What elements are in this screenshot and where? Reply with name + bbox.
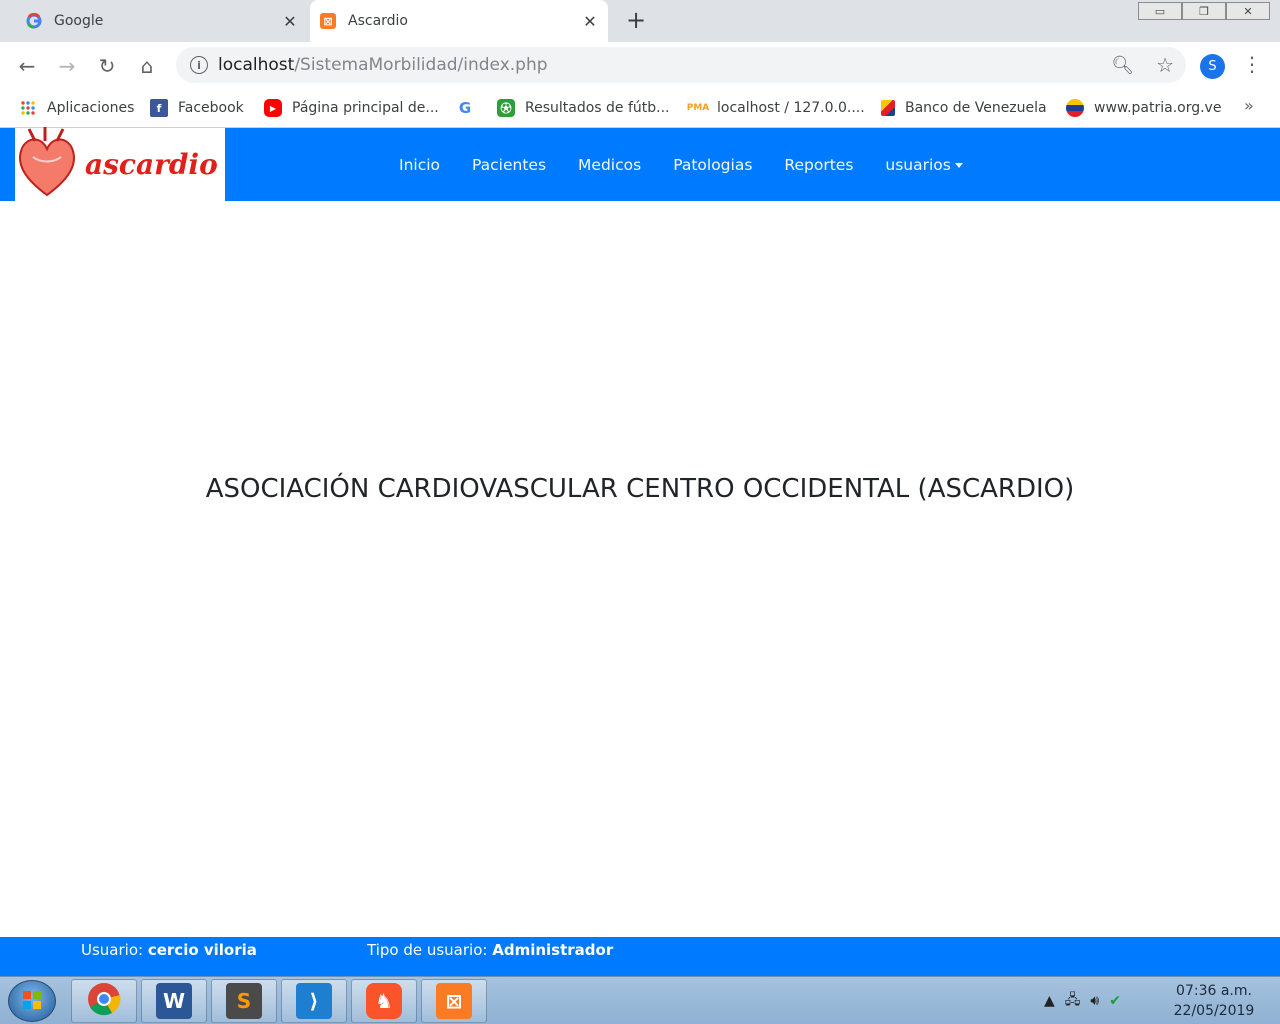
taskbar-brave[interactable]: ♞ [351, 979, 417, 1023]
heart-icon [15, 126, 79, 203]
ascardio-logo[interactable]: ascardio [15, 126, 225, 203]
nav-reportes[interactable]: Reportes [768, 156, 869, 174]
page-title: ASOCIACIÓN CARDIOVASCULAR CENTRO OCCIDEN… [205, 474, 1075, 504]
main-nav: Inicio Pacientes Medicos Patologias Repo… [383, 128, 979, 201]
bookmark-label: Aplicaciones [47, 100, 135, 116]
window-controls: ▭ ❐ ✕ [1138, 2, 1270, 20]
xampp-icon: ⊠ [320, 13, 336, 29]
bank-icon [881, 100, 895, 116]
tab-title: Google [54, 13, 104, 29]
bookmark-label: localhost / 127.0.0.... [717, 100, 865, 116]
phpmyadmin-icon: PMA [686, 103, 710, 113]
close-icon[interactable]: ✕ [580, 11, 600, 31]
address-bar[interactable]: i localhost/SistemaMorbilidad/index.php … [176, 47, 1186, 83]
system-tray: ▲ 🖧︎ 🔊︎ ✔ [1044, 989, 1121, 1013]
chrome-icon [86, 981, 122, 1021]
bookmark-label: Banco de Venezuela [905, 100, 1047, 116]
nav-patologias[interactable]: Patologias [657, 156, 768, 174]
user-type-label: Tipo de usuario: [367, 941, 488, 959]
brave-icon: ♞ [366, 983, 402, 1019]
site-navbar: ascardio Inicio Pacientes Medicos Patolo… [0, 126, 1280, 203]
bookmark-banco[interactable]: Banco de Venezuela [881, 98, 1047, 118]
caret-down-icon [954, 162, 963, 168]
bookmark-label: www.patria.org.ve [1094, 100, 1222, 116]
menu-dots-icon[interactable]: ⋮ [1242, 52, 1262, 76]
browser-tab-strip: Google ✕ ⊠ Ascardio ✕ + ▭ ❐ ✕ [0, 0, 1280, 42]
taskbar-clock[interactable]: 07:36 a.m. 22/05/2019 [1168, 981, 1260, 1021]
nav-usuarios-label: usuarios [885, 155, 951, 174]
bookmark-aplicaciones[interactable]: Aplicaciones [19, 98, 134, 118]
start-button[interactable] [8, 980, 56, 1022]
tab-google[interactable]: Google ✕ [16, 0, 308, 42]
nav-inicio[interactable]: Inicio [383, 156, 456, 174]
volume-icon[interactable]: 🔊︎ [1090, 993, 1099, 1009]
svg-text:⊠: ⊠ [323, 15, 332, 28]
footer-user: Usuario: cercio viloria [81, 941, 257, 959]
back-arrow-icon[interactable]: ← [15, 54, 39, 78]
user-footer: Usuario: cercio viloria Tipo de usuario:… [0, 937, 1280, 976]
forward-arrow-icon[interactable]: → [55, 54, 79, 78]
sync-icon[interactable]: ✔ [1109, 993, 1121, 1009]
close-icon[interactable]: ✕ [280, 11, 300, 31]
soccer-icon: ⚽︎ [497, 99, 515, 117]
xampp-icon: ⊠ [436, 983, 472, 1019]
tab-title: Ascardio [348, 13, 408, 29]
restore-button[interactable]: ❐ [1182, 2, 1226, 20]
footer-user-type: Tipo de usuario: Administrador [367, 941, 613, 959]
bookmark-localhost[interactable]: PMA localhost / 127.0.0.... [686, 98, 865, 118]
user-value: cercio viloria [147, 941, 257, 959]
zoom-icon[interactable]: 🔍︎ [1111, 55, 1134, 76]
google-icon: G [458, 99, 472, 117]
bookmark-patria[interactable]: www.patria.org.ve [1066, 98, 1221, 118]
network-icon[interactable]: 🖧︎ [1065, 989, 1081, 1013]
nav-usuarios-dropdown[interactable]: usuarios [869, 156, 978, 174]
bookmark-youtube[interactable]: ▶ Página principal de... [264, 98, 439, 118]
bookmark-resultados[interactable]: ⚽︎ Resultados de fútb... [497, 98, 670, 118]
show-hidden-icons-icon[interactable]: ▲ [1044, 993, 1055, 1009]
url-text: localhost/SistemaMorbilidad/index.php [218, 55, 548, 75]
facebook-icon: f [150, 99, 168, 117]
taskbar-sublime[interactable]: S [211, 979, 277, 1023]
user-type-value: Administrador [492, 941, 614, 959]
taskbar-xampp[interactable]: ⊠ [421, 979, 487, 1023]
taskbar-word[interactable]: W [141, 979, 207, 1023]
tab-ascardio[interactable]: ⊠ Ascardio ✕ [310, 0, 608, 42]
logo-text: ascardio [85, 148, 218, 181]
reload-icon[interactable]: ↻ [95, 54, 119, 78]
apps-grid-icon [19, 99, 37, 117]
info-icon[interactable]: i [190, 56, 208, 74]
bookmark-label: Facebook [178, 100, 244, 116]
patria-icon [1066, 99, 1084, 117]
vscode-icon: ⟩ [296, 983, 332, 1019]
bookmarks-bar: Aplicaciones f Facebook ▶ Página princip… [0, 89, 1280, 128]
bookmark-facebook[interactable]: f Facebook [150, 98, 244, 118]
bookmark-google[interactable]: G [456, 98, 484, 118]
close-window-button[interactable]: ✕ [1226, 2, 1270, 20]
word-icon: W [156, 983, 192, 1019]
bookmark-star-icon[interactable]: ☆ [1156, 53, 1174, 77]
user-label: Usuario: [81, 941, 144, 959]
nav-medicos[interactable]: Medicos [562, 156, 657, 174]
minimize-button[interactable]: ▭ [1138, 2, 1182, 20]
clock-time: 07:36 a.m. [1176, 983, 1252, 999]
new-tab-button[interactable]: + [624, 8, 648, 33]
nav-pacientes[interactable]: Pacientes [456, 156, 562, 174]
youtube-icon: ▶ [264, 99, 282, 117]
clock-date: 22/05/2019 [1173, 1003, 1255, 1019]
home-icon[interactable]: ⌂ [135, 54, 159, 78]
taskbar-chrome[interactable] [71, 979, 137, 1023]
browser-toolbar: ← → ↻ ⌂ i localhost/SistemaMorbilidad/in… [0, 42, 1280, 89]
bookmark-label: Resultados de fútb... [525, 100, 670, 116]
google-icon [26, 13, 42, 29]
profile-avatar[interactable]: S [1200, 54, 1225, 79]
taskbar-vscode[interactable]: ⟩ [281, 979, 347, 1023]
bookmark-label: Página principal de... [292, 100, 439, 116]
sublime-icon: S [226, 983, 262, 1019]
more-bookmarks-button[interactable]: » [1244, 96, 1254, 115]
windows-taskbar: W S ⟩ ♞ ⊠ ▲ 🖧︎ 🔊︎ ✔ 07:36 a.m. 22/05/201… [0, 976, 1280, 1024]
